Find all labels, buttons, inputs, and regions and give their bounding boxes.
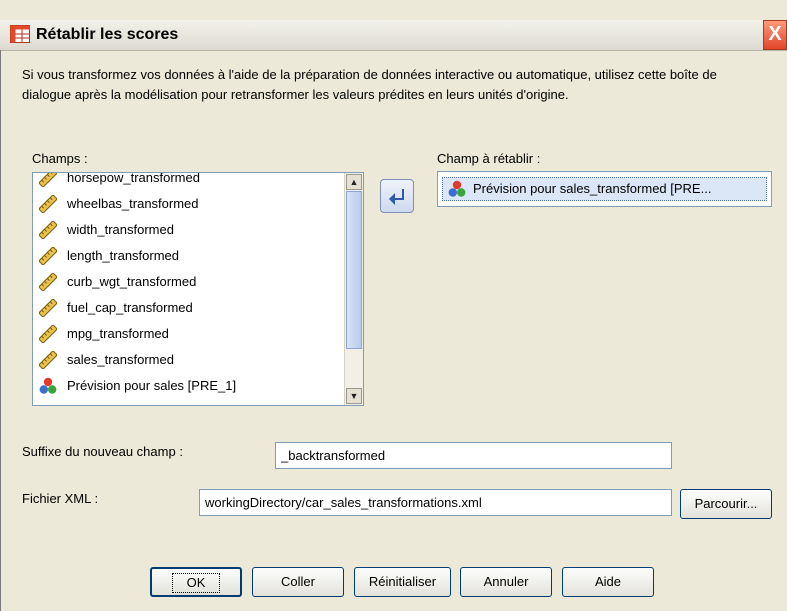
list-item[interactable]: length_transformed <box>33 243 345 269</box>
ok-button-label: OK <box>171 573 221 593</box>
fields-list: horsepow_transformed wheelbas_transformed… <box>33 173 345 399</box>
xml-file-input[interactable] <box>199 489 672 516</box>
target-field-label: Champ à rétablir : <box>437 151 541 166</box>
ruler-icon <box>39 351 57 369</box>
list-item-label: width_transformed <box>67 222 174 237</box>
title-bar[interactable]: Rétablir les scores X <box>0 20 787 51</box>
target-field-item[interactable]: Prévision pour sales_transformed [PRE... <box>442 177 767 201</box>
move-to-target-button[interactable] <box>380 179 414 213</box>
nominal-set-icon <box>448 180 466 197</box>
list-item-label: Prévision pour sales [PRE_1] <box>67 378 237 393</box>
browse-button[interactable]: Parcourir... <box>680 489 772 519</box>
list-item-label: sales_transformed <box>67 352 174 367</box>
nominal-set-icon <box>39 377 57 394</box>
ruler-icon <box>39 173 57 187</box>
cancel-button[interactable]: Annuler <box>460 567 552 597</box>
fields-label: Champs : <box>32 151 88 166</box>
list-item[interactable]: fuel_cap_transformed <box>33 295 345 321</box>
list-item[interactable]: mpg_transformed <box>33 321 345 347</box>
target-field-box[interactable]: Prévision pour sales_transformed [PRE... <box>437 171 772 207</box>
list-item[interactable]: width_transformed <box>33 217 345 243</box>
window-border <box>0 50 1 611</box>
list-item[interactable]: curb_wgt_transformed <box>33 269 345 295</box>
help-button[interactable]: Aide <box>562 567 654 597</box>
list-item-label: length_transformed <box>67 248 180 263</box>
ruler-icon <box>39 221 57 239</box>
scroll-up-button[interactable]: ▲ <box>346 174 362 190</box>
fields-scrollbar[interactable]: ▲ ▼ <box>344 173 363 405</box>
list-item[interactable]: Prévision pour sales [PRE_1] <box>33 373 345 399</box>
list-item-label: horsepow_transformed <box>67 172 200 185</box>
fields-listbox[interactable]: horsepow_transformed wheelbas_transformed… <box>32 172 364 406</box>
ruler-icon <box>39 299 57 317</box>
suffix-input[interactable] <box>275 442 672 469</box>
list-item[interactable]: horsepow_transformed <box>33 172 345 191</box>
target-field-value: Prévision pour sales_transformed [PRE... <box>473 181 712 196</box>
ruler-icon <box>39 247 57 265</box>
description-text: Si vous transformez vos données à l'aide… <box>22 67 717 102</box>
list-item[interactable]: sales_transformed <box>33 347 345 373</box>
paste-button[interactable]: Coller <box>252 567 344 597</box>
suffix-label: Suffixe du nouveau champ : <box>22 444 183 459</box>
list-item-label: wheelbas_transformed <box>67 196 199 211</box>
ruler-icon <box>39 325 57 343</box>
dialog-window: Rétablir les scores X Si vous transforme… <box>0 0 787 611</box>
scroll-thumb[interactable] <box>346 191 362 349</box>
list-item[interactable]: wheelbas_transformed <box>33 191 345 217</box>
scroll-down-button[interactable]: ▼ <box>346 388 362 404</box>
ruler-icon <box>39 273 57 291</box>
xml-file-label: Fichier XML : <box>22 491 99 506</box>
list-item-label: mpg_transformed <box>67 326 169 341</box>
list-item-label: fuel_cap_transformed <box>67 300 193 315</box>
close-icon: X <box>768 23 782 45</box>
dialog-title: Rétablir les scores <box>36 26 179 43</box>
arrow-right-icon <box>389 189 404 205</box>
ruler-icon <box>39 195 57 213</box>
data-grid-icon <box>10 25 30 43</box>
ok-button[interactable]: OK <box>150 567 242 597</box>
reset-button[interactable]: Réinitialiser <box>354 567 451 597</box>
list-item-label: curb_wgt_transformed <box>67 274 197 289</box>
close-button[interactable]: X <box>763 20 787 50</box>
